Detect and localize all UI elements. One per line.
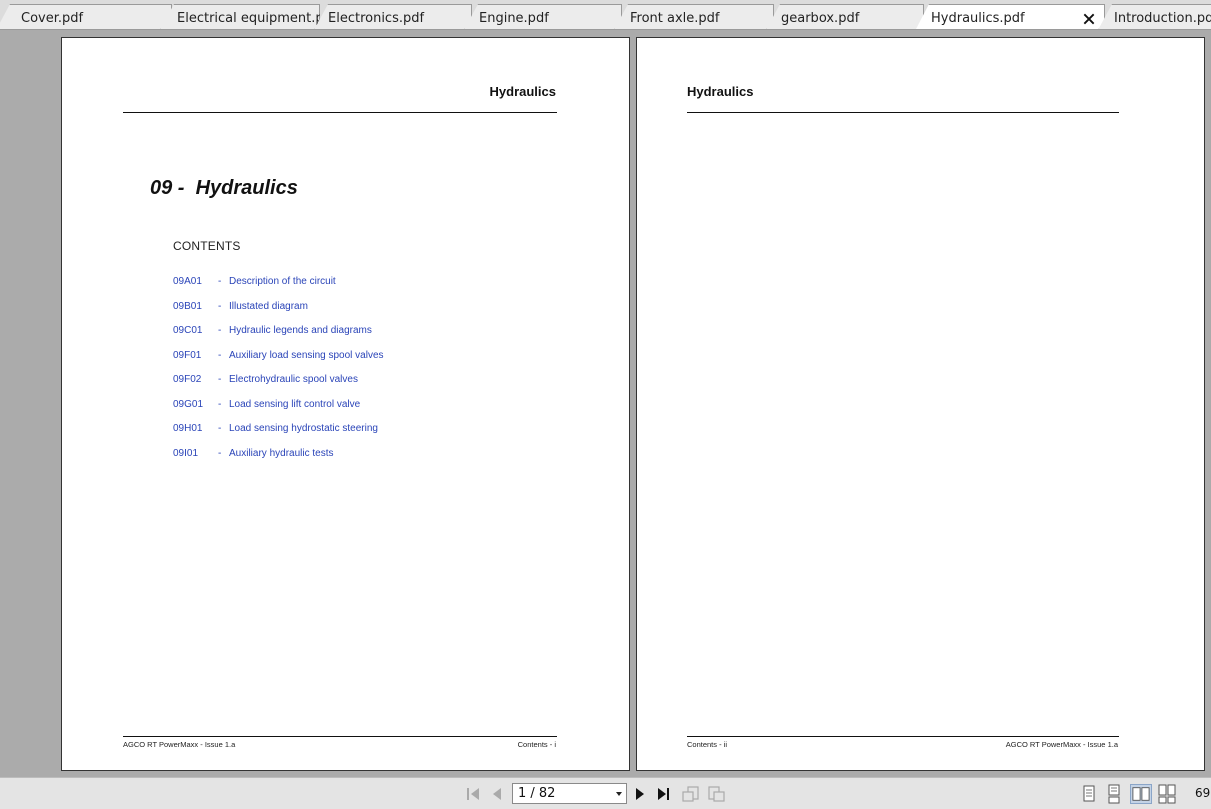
toc-code: 09A01	[173, 276, 202, 287]
facing-continuous-icon[interactable]	[1157, 784, 1177, 804]
toc-title: Hydraulic legends and diagrams	[229, 325, 372, 336]
contents-heading: CONTENTS	[173, 239, 241, 253]
close-icon[interactable]	[1082, 12, 1096, 26]
tab-hydraulics[interactable]: Hydraulics.pdf	[915, 4, 1105, 29]
footer-rule	[123, 736, 557, 737]
tab-cover[interactable]: Cover.pdf	[0, 4, 172, 29]
toc-code: 09H01	[173, 423, 203, 434]
page-number-input[interactable]: 1 / 82	[512, 783, 627, 804]
history-back-icon[interactable]	[681, 784, 701, 804]
toc-code: 09B01	[173, 300, 202, 312]
toc-link-09f01[interactable]: 09F01 - Auxiliary load sensing spool valve…	[173, 350, 384, 375]
tab-label: Introduction.pdf	[1114, 11, 1211, 26]
toc-separator: -	[218, 276, 222, 287]
table-of-contents: 09A01- Description of the circuit 09B01- I…	[173, 276, 384, 472]
toc-separator: -	[218, 398, 222, 410]
toc-link-09h01[interactable]: 09H01 - Load sensing hydrostatic steering	[173, 423, 384, 448]
toc-code: 09I01	[173, 447, 199, 459]
toc-link-09i01[interactable]: 09I01 - Auxiliary hydraulic tests	[173, 448, 384, 473]
running-header: Hydraulics	[489, 84, 556, 99]
toc-title: Illustated diagram	[229, 300, 308, 312]
single-page-icon[interactable]	[1079, 784, 1099, 804]
toc-code: 09F02	[173, 374, 202, 385]
tab-label: gearbox.pdf	[781, 11, 860, 26]
toc-code: 09F01	[173, 349, 202, 361]
footer-left: AGCO RT PowerMaxx - Issue 1.a	[123, 740, 236, 749]
prev-page-icon[interactable]	[487, 784, 507, 804]
next-page-icon[interactable]	[630, 784, 650, 804]
toc-title: Electrohydraulic spool valves	[229, 374, 358, 385]
header-rule	[687, 112, 1119, 113]
pdf-page-right: Hydraulics Contents - ii AGCO RT PowerMa…	[636, 37, 1205, 771]
navigation-toolbar: 1 / 82 69	[0, 777, 1211, 809]
tab-label: Front axle.pdf	[630, 11, 720, 26]
tab-engine[interactable]: Engine.pdf	[464, 4, 622, 29]
toc-separator: -	[218, 349, 222, 361]
toc-separator: -	[218, 325, 222, 336]
header-rule	[123, 112, 557, 113]
tab-introduction[interactable]: Introduction.pdf	[1098, 4, 1211, 29]
toc-link-09f02[interactable]: 09F02 - Electrohydraulic spool valves	[173, 374, 384, 399]
toc-separator: -	[218, 423, 222, 434]
toc-separator: -	[218, 374, 222, 385]
toc-title: Auxiliary hydraulic tests	[229, 447, 334, 459]
toc-link-09a01[interactable]: 09A01 - Description of the circuit	[173, 276, 384, 301]
footer-left: Contents - ii	[687, 740, 728, 749]
toc-link-09b01[interactable]: 09B01 - Illustated diagram	[173, 301, 384, 326]
tab-bar: Cover.pdf Electrical equipment.pdf Elect…	[0, 0, 1211, 30]
footer-right: AGCO RT PowerMaxx - Issue 1.a	[1005, 740, 1118, 749]
toc-code: 09C01	[173, 325, 203, 336]
chapter-title: 09 - Hydraulics	[150, 177, 298, 199]
continuous-page-icon[interactable]	[1104, 784, 1124, 804]
pdf-page-left: Hydraulics 09 - Hydraulics CONTENTS 09A0…	[61, 37, 630, 771]
tab-electrical-equipment[interactable]: Electrical equipment.pdf	[160, 4, 320, 29]
toc-link-09c01[interactable]: 09C01 - Hydraulic legends and diagrams	[173, 325, 384, 350]
tab-gearbox[interactable]: gearbox.pdf	[766, 4, 924, 29]
footer-right: Contents - i	[517, 740, 556, 749]
toc-title: Load sensing hydrostatic steering	[229, 423, 378, 434]
toc-link-09g01[interactable]: 09G01 - Load sensing lift control valve	[173, 399, 384, 424]
tab-electronics[interactable]: Electronics.pdf	[314, 4, 472, 29]
document-viewer[interactable]: Hydraulics 09 - Hydraulics CONTENTS 09A0…	[0, 31, 1211, 777]
toc-title: Load sensing lift control valve	[229, 398, 361, 410]
tab-label: Cover.pdf	[21, 11, 84, 26]
tab-label: Electrical equipment.pdf	[177, 11, 337, 26]
chevron-down-icon[interactable]	[616, 792, 622, 796]
tab-front-axle[interactable]: Front axle.pdf	[614, 4, 774, 29]
zoom-level[interactable]: 69	[1195, 786, 1210, 800]
tab-label: Hydraulics.pdf	[931, 11, 1025, 26]
tab-label: Engine.pdf	[479, 11, 549, 26]
facing-pages-icon[interactable]	[1130, 784, 1152, 804]
footer-rule	[687, 736, 1119, 737]
tab-label: Electronics.pdf	[328, 11, 425, 26]
toc-separator: -	[218, 447, 222, 459]
last-page-icon[interactable]	[654, 784, 674, 804]
history-forward-icon[interactable]	[706, 784, 726, 804]
page-indicator: 1 / 82	[518, 786, 556, 801]
toc-code: 09G01	[173, 398, 204, 410]
toc-title: Description of the circuit	[229, 276, 336, 287]
toc-separator: -	[218, 300, 222, 312]
running-header: Hydraulics	[687, 84, 754, 99]
first-page-icon[interactable]	[463, 784, 483, 804]
toc-title: Auxiliary load sensing spool valves	[229, 349, 384, 361]
